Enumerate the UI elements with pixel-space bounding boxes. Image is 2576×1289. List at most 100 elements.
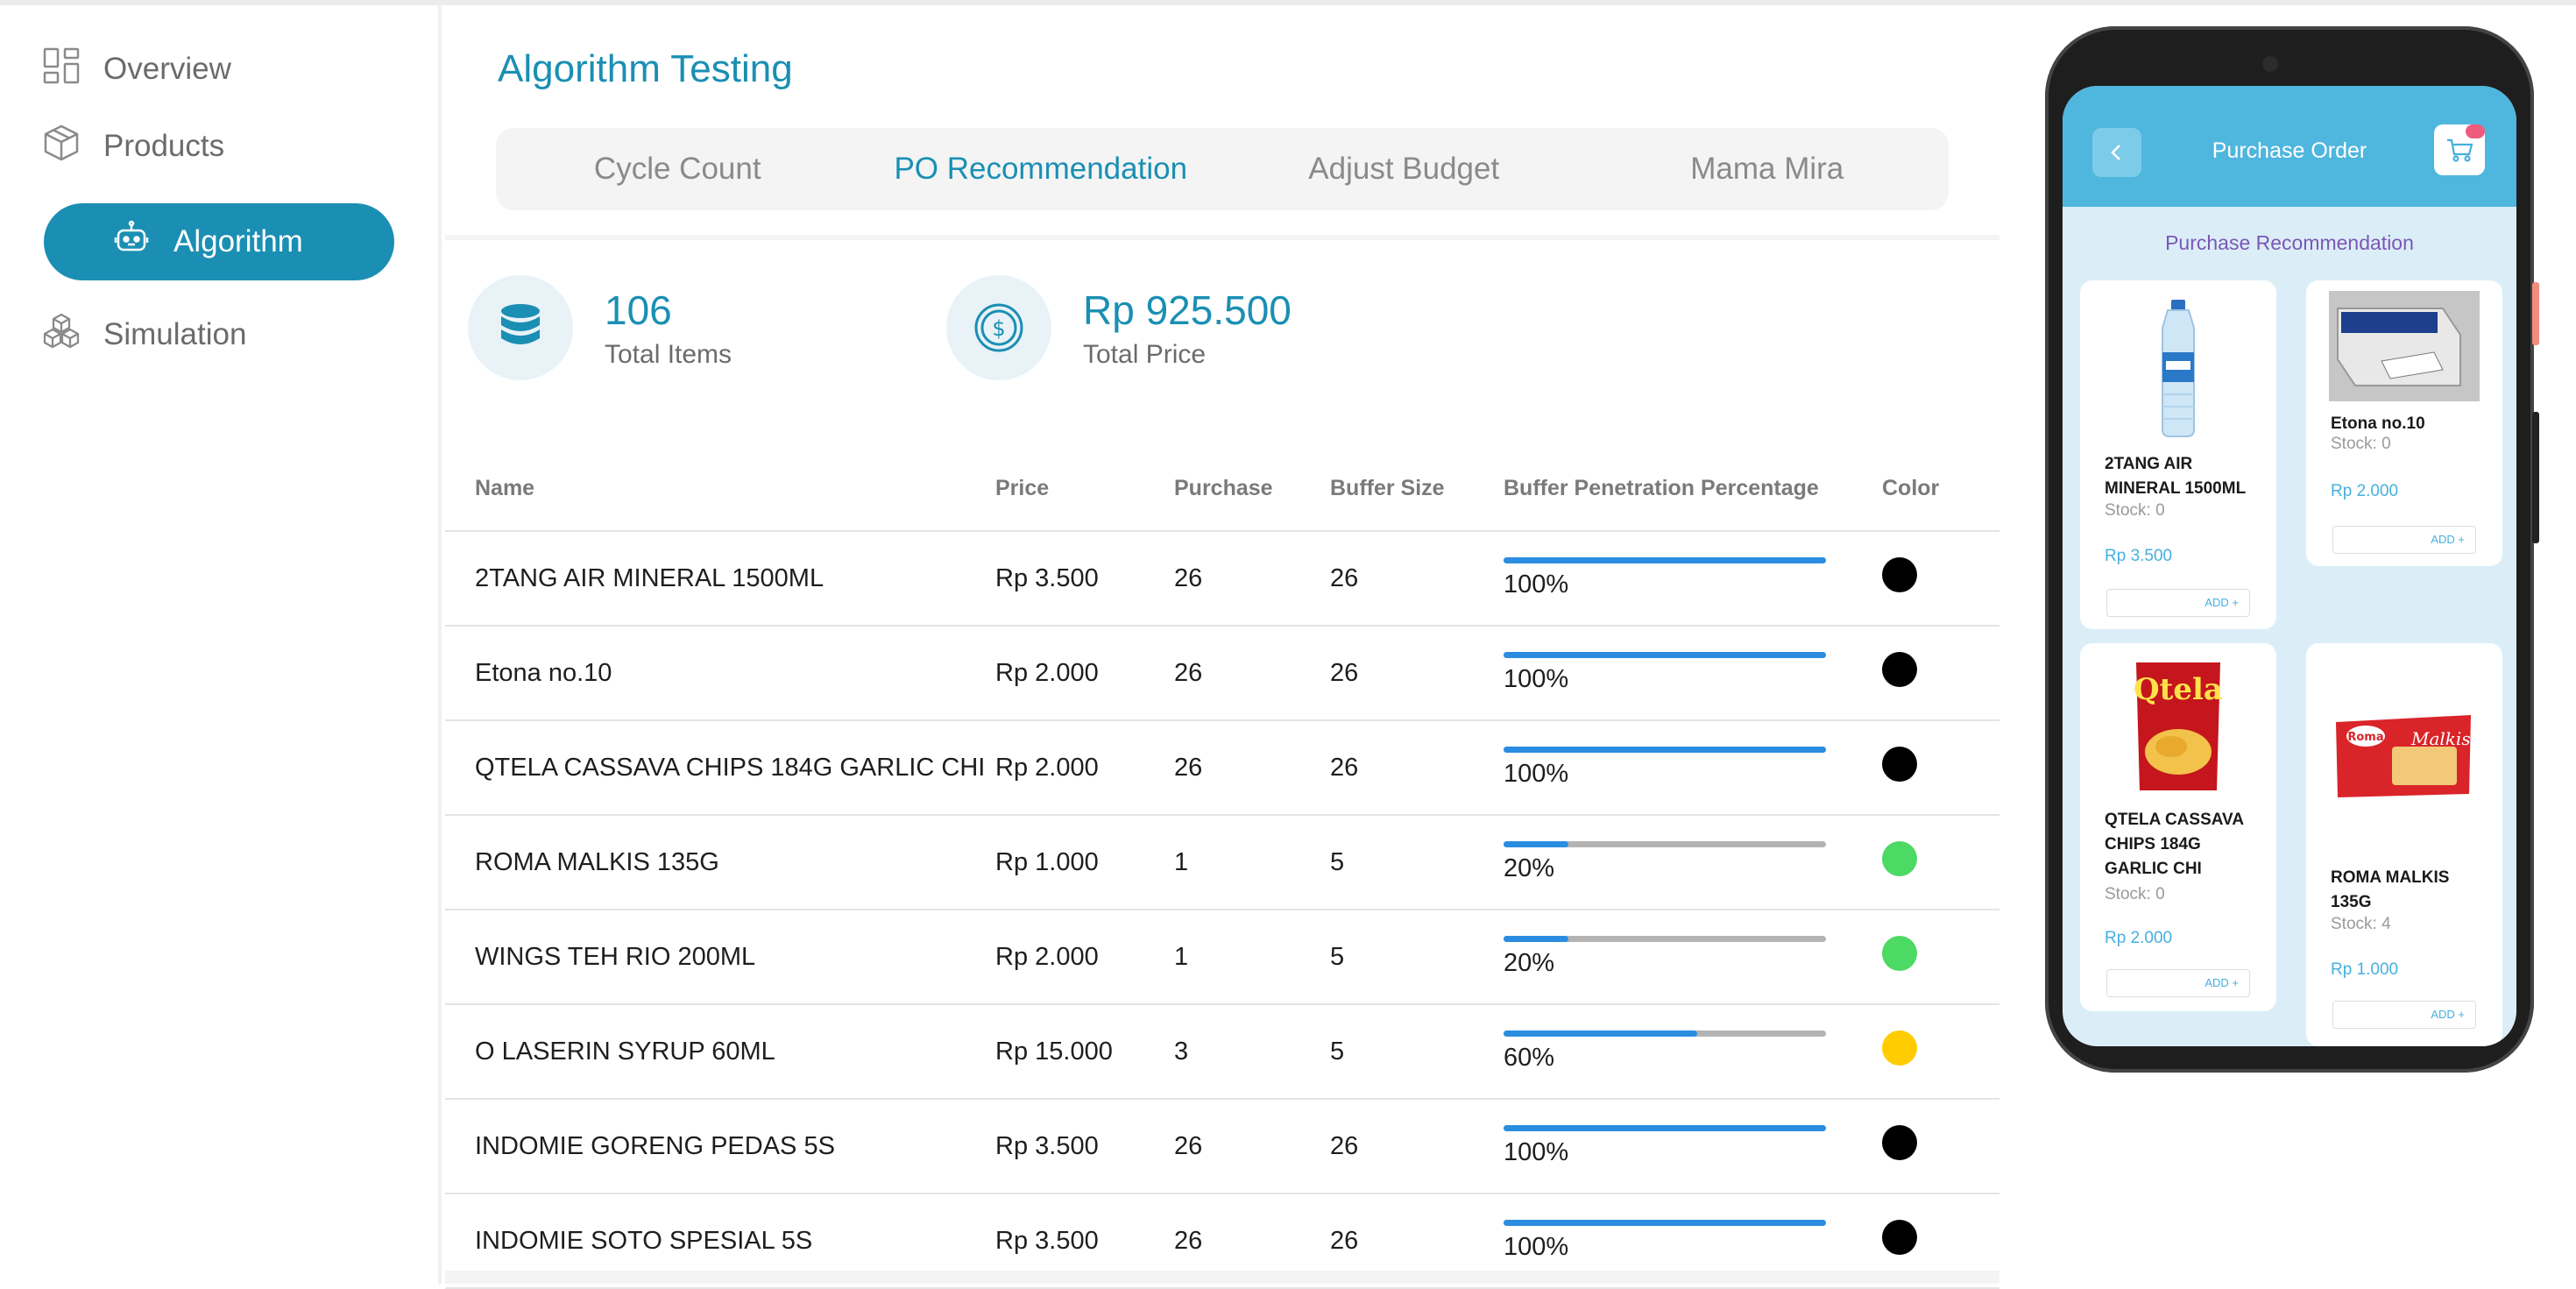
product-stock: Stock: 0: [2105, 885, 2165, 903]
status-color-dot: [1882, 747, 1917, 782]
product-price: Rp 2.000: [2105, 929, 2173, 947]
penetration-percentage: 100%: [1504, 570, 1569, 598]
sidebar-item-label: Products: [103, 129, 225, 163]
cell-name: QTELA CASSAVA CHIPS 184G GARLIC CHI: [445, 720, 995, 816]
product-price: Rp 2.000: [2331, 482, 2399, 500]
tab-po-recommendation[interactable]: PO Recommendation: [860, 128, 1223, 210]
table-row[interactable]: INDOMIE SOTO SPESIAL 5S Rp 3.500 26 26 100%: [445, 1193, 1999, 1289]
cell-name: WINGS TEH RIO 200ML: [445, 910, 995, 1005]
sidebar-item-simulation[interactable]: Simulation: [42, 297, 246, 372]
sidebar: Overview Products Algorithm Simulation: [0, 5, 442, 1284]
cell-buffer-penetration: 20%: [1504, 910, 1882, 1005]
svg-text:Roma: Roma: [2347, 731, 2383, 744]
cell-name: INDOMIE SOTO SPESIAL 5S: [445, 1193, 995, 1289]
box-icon: [42, 124, 81, 170]
table-row[interactable]: INDOMIE GORENG PEDAS 5S Rp 3.500 26 26 100%: [445, 1099, 1999, 1194]
product-card[interactable]: Roma Malkist ROMA MALKIS 135G Stock: 4 R…: [2306, 643, 2502, 1046]
table-row[interactable]: WINGS TEH RIO 200ML Rp 2.000 1 5 20%: [445, 910, 1999, 1005]
penetration-percentage: 20%: [1504, 854, 1555, 882]
cell-purchase: 26: [1174, 626, 1330, 721]
sidebar-item-products[interactable]: Products: [42, 109, 224, 184]
cell-color: [1882, 626, 1999, 721]
status-color-dot: [1882, 936, 1917, 971]
cell-name: 2TANG AIR MINERAL 1500ML: [445, 531, 995, 627]
cell-purchase: 1: [1174, 815, 1330, 910]
column-header-buffer-penetration[interactable]: Buffer Penetration Percentage: [1504, 447, 1882, 532]
table-row[interactable]: 2TANG AIR MINERAL 1500ML Rp 3.500 26 26 100%: [445, 531, 1999, 627]
cell-price: Rp 3.500: [995, 1193, 1174, 1289]
column-header-purchase[interactable]: Purchase: [1174, 447, 1330, 532]
cell-buffer-penetration: 100%: [1504, 626, 1882, 721]
svg-text:$: $: [992, 316, 1005, 341]
cell-buffer-penetration: 20%: [1504, 815, 1882, 910]
robot-icon: [112, 219, 151, 266]
cell-buffer-size: 26: [1330, 531, 1504, 627]
tab-adjust-budget[interactable]: Adjust Budget: [1222, 128, 1586, 210]
cell-buffer-penetration: 100%: [1504, 1193, 1882, 1289]
table-row[interactable]: O LASERIN SYRUP 60ML Rp 15.000 3 5 60%: [445, 1004, 1999, 1100]
tab-bar: Cycle Count PO Recommendation Adjust Bud…: [496, 128, 1949, 210]
phone-app-bar: Purchase Order: [2063, 86, 2516, 207]
column-header-price[interactable]: Price: [995, 447, 1174, 532]
cell-price: Rp 2.000: [995, 626, 1174, 721]
table-row[interactable]: ROMA MALKIS 135G Rp 1.000 1 5 20%: [445, 815, 1999, 910]
qtela-chips-image: Qtela: [2134, 662, 2223, 790]
product-card[interactable]: Etona no.10 Stock: 0 Rp 2.000 ADD +: [2306, 280, 2502, 566]
cell-buffer-size: 5: [1330, 815, 1504, 910]
tab-mama-mira[interactable]: Mama Mira: [1586, 128, 1950, 210]
stat-value: 106: [605, 287, 672, 333]
add-button[interactable]: ADD +: [2332, 1001, 2476, 1029]
sidebar-item-label: Algorithm: [173, 224, 303, 259]
cell-name: Etona no.10: [445, 626, 995, 721]
product-card[interactable]: Qtela QTELA CASSAVA CHIPS 184G GARLIC CH…: [2080, 643, 2276, 1011]
table-row[interactable]: Etona no.10 Rp 2.000 26 26 100%: [445, 626, 1999, 721]
phone-preview: Purchase Order Purchase Recommendation 2…: [2045, 26, 2534, 1073]
cell-purchase: 26: [1174, 1099, 1330, 1194]
cell-name: ROMA MALKIS 135G: [445, 815, 995, 910]
table-row[interactable]: QTELA CASSAVA CHIPS 184G GARLIC CHI Rp 2.…: [445, 720, 1999, 816]
product-price: Rp 1.000: [2331, 960, 2399, 979]
progress-fill: [1504, 747, 1826, 753]
tab-cycle-count[interactable]: Cycle Count: [496, 128, 860, 210]
cell-purchase: 26: [1174, 720, 1330, 816]
water-bottle-image: [2162, 300, 2195, 437]
cell-purchase: 1: [1174, 910, 1330, 1005]
sidebar-item-algorithm[interactable]: Algorithm: [44, 203, 394, 280]
product-name: 2TANG AIR MINERAL 1500ML: [2105, 455, 2247, 498]
progress-fill: [1504, 936, 1568, 942]
roma-malkis-image: Roma Malkist: [2336, 715, 2476, 797]
penetration-progress-bar: [1504, 1125, 1826, 1131]
status-color-dot: [1882, 1220, 1917, 1255]
main-content: Algorithm Testing Cycle Count PO Recomme…: [445, 5, 1999, 1289]
header-card: Algorithm Testing Cycle Count PO Recomme…: [445, 5, 1999, 235]
cell-purchase: 26: [1174, 531, 1330, 627]
product-stock: Stock: 4: [2331, 915, 2391, 933]
progress-fill: [1504, 1125, 1826, 1131]
column-header-color[interactable]: Color: [1882, 447, 1999, 532]
stat-total-items: 106 Total Items: [468, 275, 732, 380]
penetration-progress-bar: [1504, 557, 1826, 563]
sidebar-item-overview[interactable]: Overview: [42, 32, 231, 107]
cell-purchase: 3: [1174, 1004, 1330, 1100]
stat-value: Rp 925.500: [1083, 287, 1292, 333]
cell-color: [1882, 910, 1999, 1005]
table-body: 2TANG AIR MINERAL 1500ML Rp 3.500 26 26 100%…: [445, 531, 1999, 1289]
penetration-percentage: 60%: [1504, 1044, 1555, 1072]
cell-color: [1882, 720, 1999, 816]
status-color-dot: [1882, 1030, 1917, 1066]
column-header-name[interactable]: Name: [445, 447, 995, 532]
cell-name: INDOMIE GORENG PEDAS 5S: [445, 1099, 995, 1194]
dollar-coin-icon: $: [946, 275, 1051, 380]
product-stock: Stock: 0: [2331, 435, 2391, 453]
add-button[interactable]: ADD +: [2332, 526, 2476, 554]
sidebar-item-label: Overview: [103, 52, 231, 86]
product-card[interactable]: 2TANG AIR MINERAL 1500ML Stock: 0 Rp 3.5…: [2080, 280, 2276, 629]
add-button[interactable]: ADD +: [2106, 969, 2250, 997]
cell-color: [1882, 531, 1999, 627]
add-button[interactable]: ADD +: [2106, 589, 2250, 617]
cell-price: Rp 3.500: [995, 1099, 1174, 1194]
cubes-icon: [42, 312, 81, 358]
product-name: Etona no.10: [2331, 414, 2425, 433]
column-header-buffer-size[interactable]: Buffer Size: [1330, 447, 1504, 532]
cell-buffer-penetration: 100%: [1504, 720, 1882, 816]
